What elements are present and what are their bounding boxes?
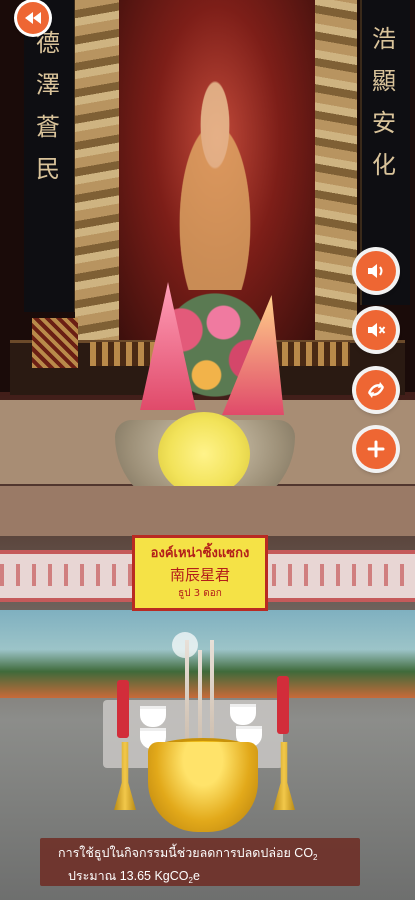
add-button[interactable] bbox=[356, 429, 396, 469]
couplet-right: 浩 顯 安 化 bbox=[364, 18, 404, 186]
speaker-on-icon bbox=[366, 262, 386, 280]
speaker-mute-icon bbox=[366, 321, 386, 339]
co2-reduction-banner: การใช้ธูปในกิจกรรมนี้ช่วยลดการปลดปล่อย C… bbox=[40, 838, 360, 886]
tea-cup bbox=[140, 706, 166, 727]
couplet-char: 民 bbox=[36, 155, 60, 183]
altar-table bbox=[0, 486, 415, 536]
couplet-char: 化 bbox=[372, 151, 396, 179]
incense-urn[interactable] bbox=[148, 742, 258, 832]
plaque-thai-name: องค์เหน่าซิ้งแซกง bbox=[150, 546, 250, 561]
gold-dragon-carving-left bbox=[75, 0, 119, 340]
red-candle-left bbox=[117, 680, 129, 738]
couplet-char: 蒼 bbox=[36, 113, 60, 141]
couplet-char: 安 bbox=[372, 109, 396, 137]
plaque-chinese-name: 南辰星君 bbox=[169, 566, 230, 584]
back-button[interactable] bbox=[17, 2, 49, 34]
plus-icon bbox=[367, 440, 385, 458]
couplet-left: 德 澤 蒼 民 bbox=[28, 22, 68, 190]
deity-name-plaque: องค์เหน่าซิ้งแซกง 南辰星君 ธูป 3 ดอก bbox=[132, 535, 268, 611]
red-candle-right bbox=[277, 676, 289, 734]
gold-dragon-carving-right bbox=[315, 0, 357, 340]
swap-arrows-icon bbox=[365, 380, 387, 400]
co2-amount: ประมาณ 13.65 KgCO bbox=[68, 869, 189, 883]
couplet-char: 顯 bbox=[372, 67, 396, 95]
co2-line-1-text: การใช้ธูปในกิจกรรมนี้ช่วยลดการปลดปล่อย C… bbox=[58, 846, 314, 860]
yellow-pompom bbox=[158, 412, 250, 496]
ar-shrine-scene: 德 澤 蒼 民 浩 顯 安 化 องค์เหน่าซิ้งแซกง 南辰星君 ธ… bbox=[0, 0, 415, 900]
sound-mute-button[interactable] bbox=[356, 310, 396, 350]
couplet-char: 澤 bbox=[36, 71, 60, 99]
deity-statue bbox=[160, 70, 270, 290]
co2-line-2: ประมาณ 13.65 KgCO2e bbox=[58, 867, 352, 890]
plaque-incense-count: ธูป 3 ดอก bbox=[178, 588, 222, 599]
couplet-char: 浩 bbox=[372, 25, 396, 53]
tea-cup bbox=[230, 704, 256, 725]
rewind-icon bbox=[24, 11, 42, 25]
co2-subscript: 2 bbox=[313, 853, 318, 862]
co2-line-1: การใช้ธูปในกิจกรรมนี้ช่วยลดการปลดปล่อย C… bbox=[58, 844, 352, 867]
lattice-panel-left bbox=[32, 318, 78, 368]
swap-button[interactable] bbox=[356, 370, 396, 410]
co2-unit-suffix: e bbox=[192, 869, 200, 883]
sound-on-button[interactable] bbox=[356, 251, 396, 291]
landscape-mural bbox=[0, 610, 415, 698]
